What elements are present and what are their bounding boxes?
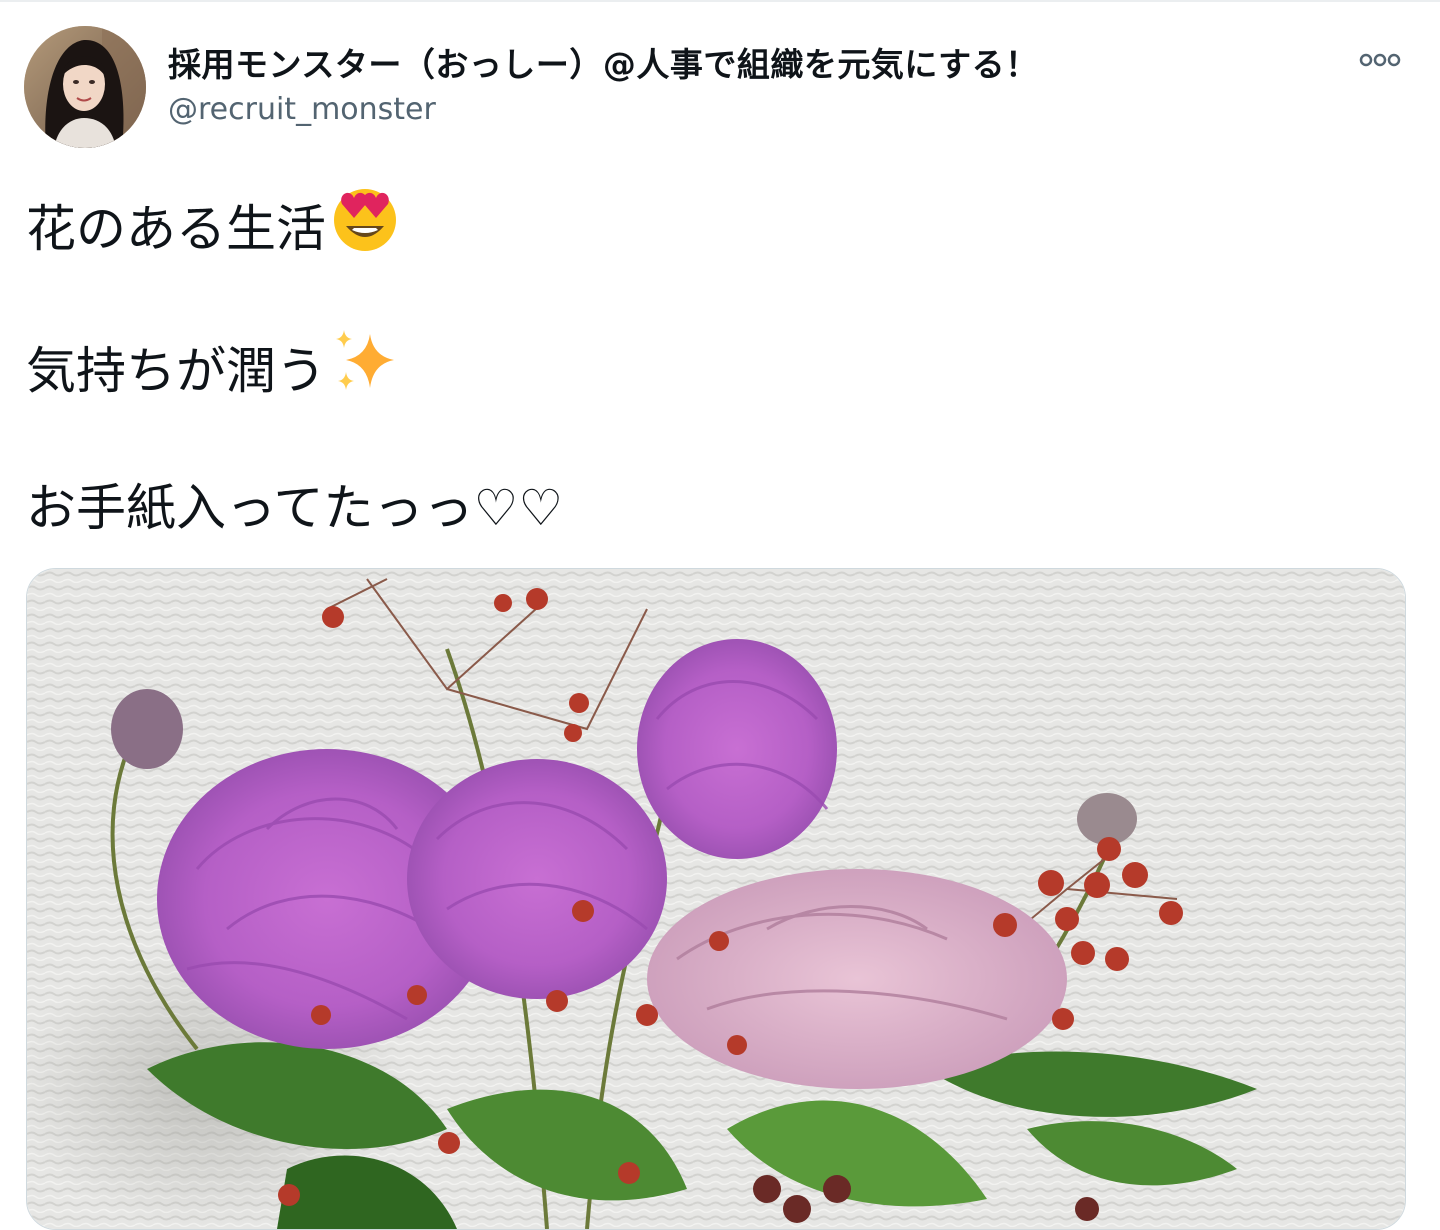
tweet-photo[interactable] bbox=[26, 568, 1406, 1230]
more-button[interactable] bbox=[1350, 38, 1410, 82]
tweet-line: 気持ちが潤う bbox=[26, 326, 400, 408]
tweet-line: 花のある生活 bbox=[26, 184, 400, 266]
sparkles-icon bbox=[330, 326, 400, 408]
tweet-line-text: 花のある生活 bbox=[26, 200, 326, 258]
tweet-line-text: お手紙入ってたっっ♡♡ bbox=[26, 479, 564, 537]
avatar[interactable] bbox=[24, 26, 146, 148]
flower-bouquet-photo bbox=[27, 569, 1405, 1229]
tweet-card: 採用モンスター（おっしー）@人事で組織を元気にする！ @recruit_mons… bbox=[0, 0, 1440, 1230]
author-handle[interactable]: @recruit_monster bbox=[168, 92, 436, 127]
smiling-face-with-heart-eyes-icon bbox=[330, 184, 400, 266]
avatar-photo bbox=[24, 26, 146, 148]
more-horizontal-icon bbox=[1359, 53, 1401, 67]
tweet-line-text: 気持ちが潤う bbox=[26, 342, 326, 400]
tweet-line: お手紙入ってたっっ♡♡ bbox=[26, 468, 563, 540]
author-display-name[interactable]: 採用モンスター（おっしー）@人事で組織を元気にする！ bbox=[168, 38, 1039, 86]
